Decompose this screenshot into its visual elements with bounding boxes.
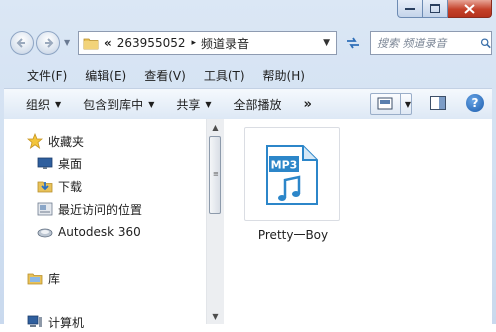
nav-label-autodesk: Autodesk 360 [58,225,141,239]
address-overflow-chevron[interactable]: « [104,36,112,50]
minimize-button[interactable] [397,0,423,18]
computer-icon [27,315,42,327]
address-bar[interactable]: « 263955052 ▸ 频道录音 ▼ [78,31,337,55]
chevron-down-icon: ▼ [148,99,155,109]
nav-item-autodesk[interactable]: Autodesk 360 [37,222,141,242]
close-button[interactable] [448,0,492,18]
close-icon [464,3,475,14]
address-row: ▼ « 263955052 ▸ 频道录音 ▼ [0,28,496,58]
file-type-badge: MP3 [271,159,298,172]
view-button-divider [399,94,401,114]
back-arrow-icon [16,38,25,48]
more-commands-button[interactable]: » [304,97,312,112]
explorer-window: ▼ « 263955052 ▸ 频道录音 ▼ 文件(F) [0,0,496,330]
star-icon [27,133,43,149]
nav-item-downloads[interactable]: 下载 [37,176,82,196]
scrollbar-grip-icon: ≡ [213,170,219,178]
music-note-icon: MP3 [266,145,318,205]
window-controls [397,0,492,20]
scrollbar-thumb[interactable]: ≡ [209,136,221,214]
include-library-label: 包含到库中 [83,97,144,112]
nav-label-downloads: 下载 [58,179,83,194]
maximize-icon [430,4,440,13]
organize-label: 组织 [26,97,51,112]
content-area: 收藏夹 桌面 下载 最近访问的位置 Autodesk 360 库 计算机 ▲ ≡… [4,119,492,330]
menu-edit[interactable]: 编辑(E) [77,67,134,84]
cloud-drive-icon [37,228,53,238]
nav-item-recent[interactable]: 最近访问的位置 [37,199,142,219]
play-all-label: 全部播放 [233,97,282,112]
chevron-down-icon: ▼ [205,99,212,109]
folder-icon [83,38,99,50]
file-name-label[interactable]: Pretty一Boy [246,226,340,243]
menu-bar: 文件(F) 编辑(E) 查看(V) 工具(T) 帮助(H) [10,64,492,86]
nav-label-desktop: 桌面 [58,156,83,171]
help-button[interactable]: ? [466,94,484,112]
nav-label-favorites: 收藏夹 [48,134,85,149]
search-input[interactable] [375,35,479,51]
menu-file[interactable]: 文件(F) [10,67,75,84]
navigation-scrollbar[interactable]: ▲ ≡ ▼ [206,119,224,324]
refresh-icon [347,37,359,49]
back-button[interactable] [10,31,34,55]
library-icon [27,273,43,285]
address-segment-parent[interactable]: 263955052 [117,36,186,50]
scroll-up-arrow-icon[interactable]: ▲ [207,119,224,135]
address-segment-current[interactable]: 频道录音 [201,35,249,52]
file-item-tile[interactable]: MP3 [244,127,340,221]
forward-button[interactable] [36,31,60,55]
command-bar: 组织 ▼ 包含到库中 ▼ 共享 ▼ 全部播放 » ▼ ? [4,88,492,119]
organize-button[interactable]: 组织 ▼ [26,96,61,113]
refresh-button[interactable] [342,32,364,54]
chevron-down-icon[interactable]: ▼ [405,100,411,109]
nav-label-computer: 计算机 [48,315,85,330]
share-label: 共享 [176,97,201,112]
nav-item-libraries[interactable]: 库 [27,268,60,288]
minimize-icon [405,7,415,10]
menu-view[interactable]: 查看(V) [136,67,194,84]
change-view-button[interactable]: ▼ [370,93,412,115]
preview-pane-icon[interactable] [430,96,446,110]
maximize-button[interactable] [423,0,448,18]
nav-item-desktop[interactable]: 桌面 [37,153,82,173]
nav-item-favorites[interactable]: 收藏夹 [27,131,84,151]
scroll-down-arrow-icon[interactable]: ▼ [207,308,224,324]
navigation-pane: 收藏夹 桌面 下载 最近访问的位置 Autodesk 360 库 计算机 [4,119,206,330]
nav-item-computer[interactable]: 计算机 [27,312,84,332]
recent-places-icon [37,202,53,216]
share-button[interactable]: 共享 ▼ [176,96,211,113]
file-list-pane: MP3 Pretty一Boy [224,119,492,324]
chevron-down-icon: ▼ [55,99,62,109]
download-folder-icon [37,181,53,193]
address-dropdown-arrow[interactable]: ▼ [323,38,330,48]
desktop-icon [37,157,53,169]
view-icon [377,97,393,110]
play-all-button[interactable]: 全部播放 [234,96,282,113]
include-in-library-button[interactable]: 包含到库中 ▼ [83,96,154,113]
nav-label-recent: 最近访问的位置 [58,202,143,217]
forward-arrow-icon [45,38,54,48]
nav-label-libraries: 库 [48,271,61,286]
address-separator-arrow[interactable]: ▸ [191,38,196,48]
menu-tools[interactable]: 工具(T) [196,67,253,84]
recent-pages-dropdown[interactable]: ▼ [64,38,70,47]
search-box[interactable] [370,31,492,55]
search-icon[interactable] [480,36,491,50]
menu-help[interactable]: 帮助(H) [255,67,313,84]
